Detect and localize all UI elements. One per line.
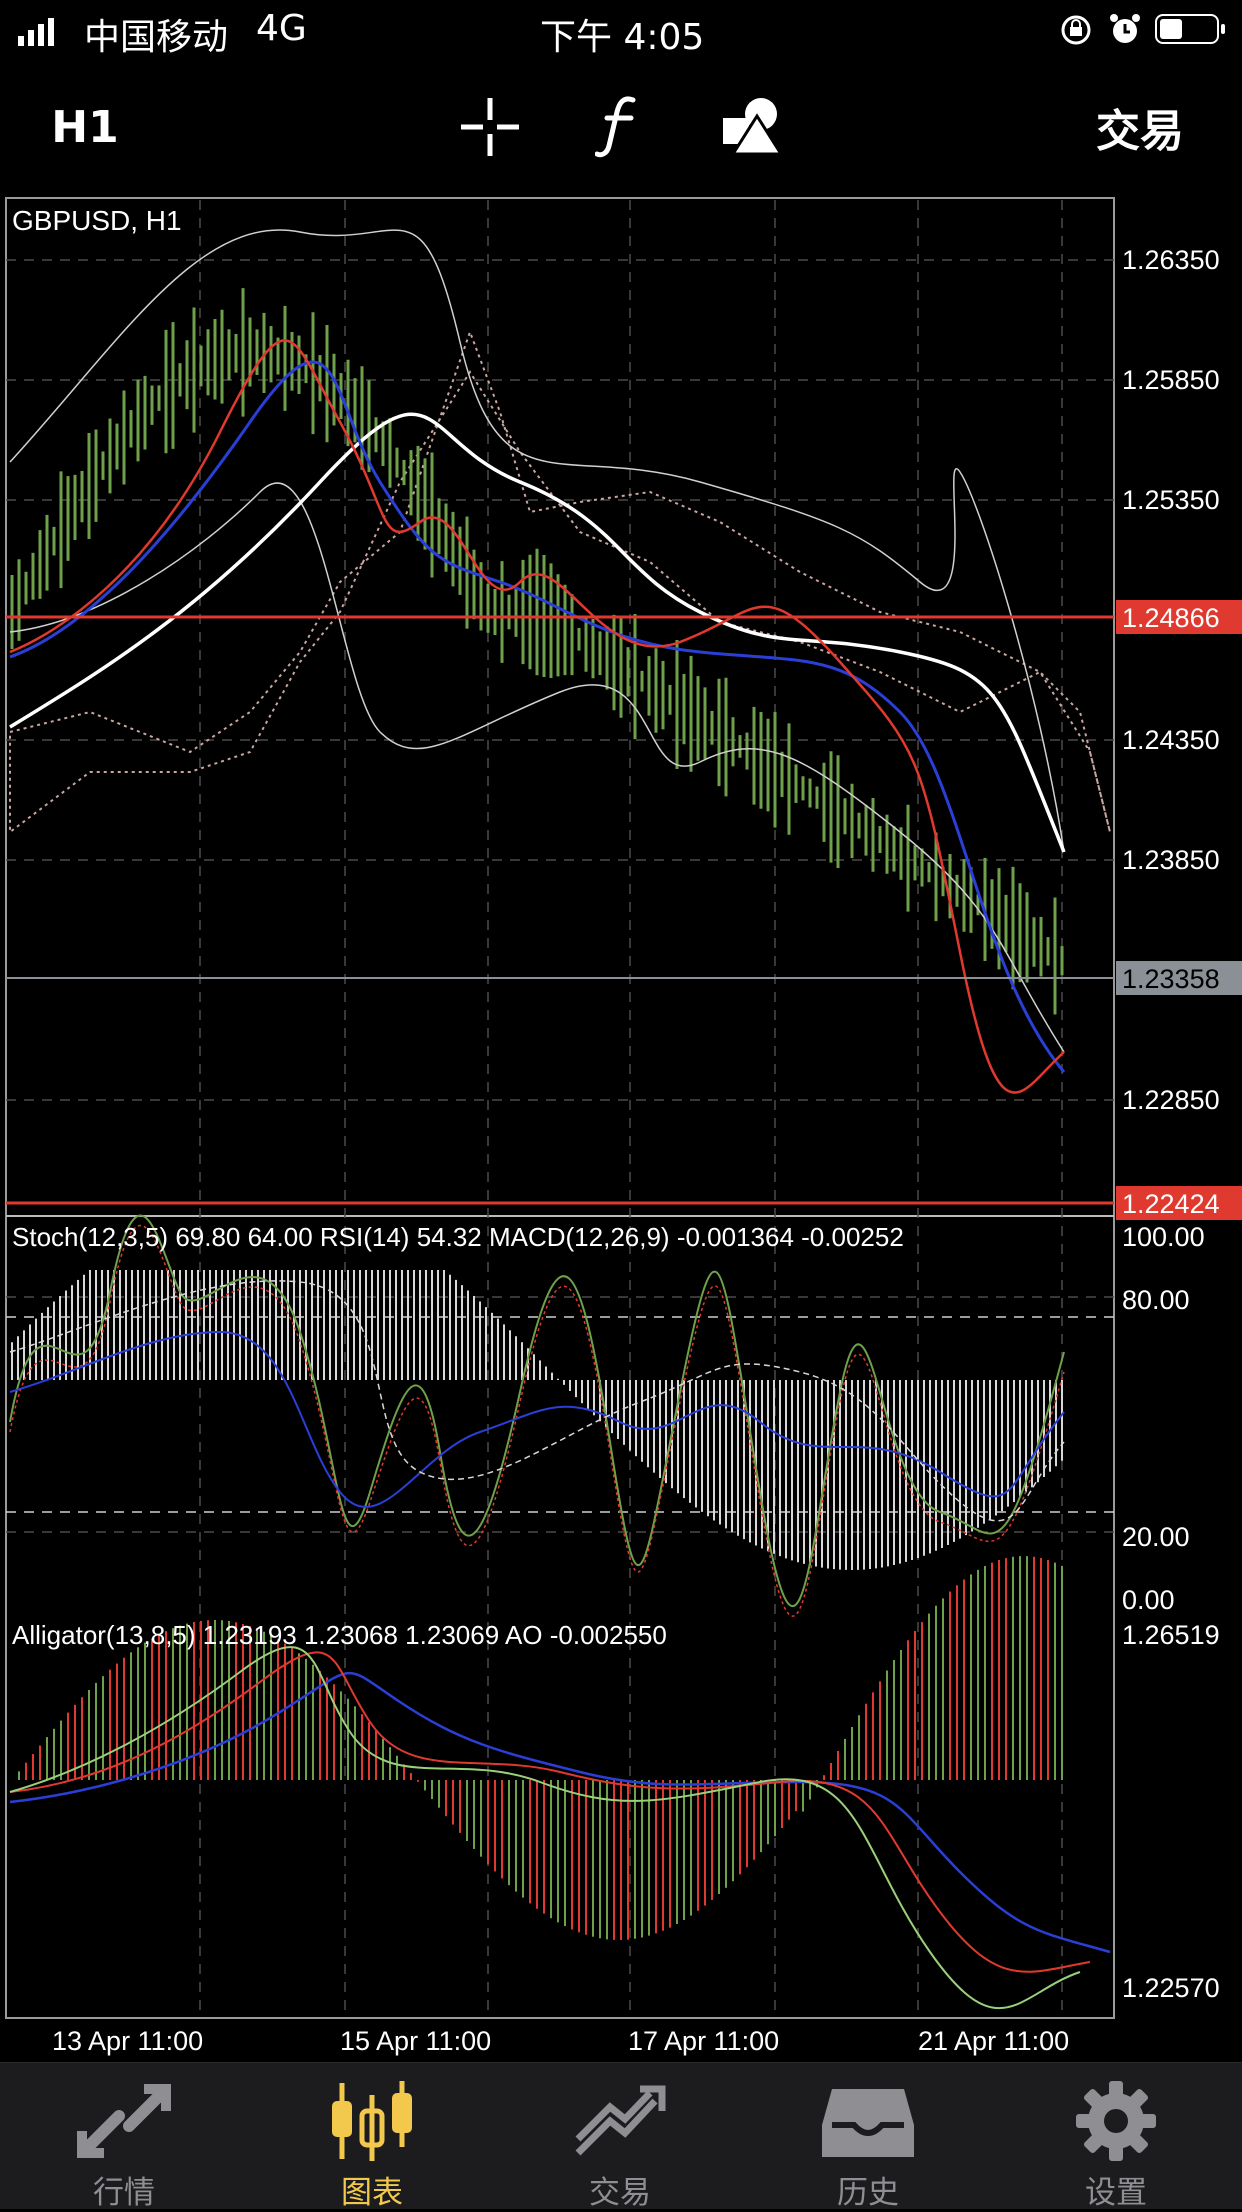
battery-icon <box>1155 14 1225 44</box>
tab-label: 设置 <box>1085 2175 1147 2211</box>
trade-button[interactable]: 交易 <box>1070 62 1210 192</box>
alligator-level-label: 1.26519 <box>1122 1620 1220 1650</box>
price-level-label: 1.23850 <box>1122 845 1220 875</box>
history-icon <box>822 2089 914 2157</box>
oscillator-header: Stoch(12,3,5) 69.80 64.00 RSI(14) 54.32 … <box>12 1222 904 1252</box>
price-level-label: 1.25850 <box>1122 365 1220 395</box>
crosshair-icon[interactable] <box>455 62 525 192</box>
oscillator-level-label: 100.00 <box>1122 1222 1205 1252</box>
carrier-label: 中国移动 <box>84 17 229 58</box>
price-level-label: 1.25350 <box>1122 485 1220 515</box>
time-label: 17 Apr 11:00 <box>628 2026 779 2056</box>
price-level-label: 1.26350 <box>1122 245 1220 275</box>
tab-trade[interactable]: 交易 <box>496 2063 744 2211</box>
price-level-label: 1.24350 <box>1122 725 1220 755</box>
tab-label: 交易 <box>589 2175 651 2211</box>
oscillator-level-label: 80.00 <box>1122 1285 1190 1315</box>
chart-icon <box>332 2081 412 2161</box>
function-icon[interactable] <box>585 62 655 192</box>
alarm-icon <box>1110 14 1140 43</box>
tab-label: 行情 <box>93 2175 155 2211</box>
time-label: 21 Apr 11:00 <box>918 2026 1069 2056</box>
clock: 下午 4:05 <box>540 17 705 58</box>
alligator-level-label: 1.22570 <box>1122 1973 1220 2003</box>
tab-quotes[interactable]: 行情 <box>0 2063 248 2211</box>
symbol-label: GBPUSD, H1 <box>12 205 182 236</box>
settings-icon <box>1076 2081 1156 2161</box>
chart-toolbar: H1 交易 <box>0 62 1242 192</box>
timeframe-button[interactable]: H1 <box>40 62 130 192</box>
bid-tag-label: 1.23358 <box>1122 964 1220 994</box>
price-level-label: 1.22850 <box>1122 1085 1220 1115</box>
level-tag-lower-label: 1.22424 <box>1122 1189 1220 1219</box>
tab-bar: 行情 图表 交易 历史 设置 <box>0 2062 1242 2211</box>
oscillator-level-label: 20.00 <box>1122 1522 1190 1552</box>
tab-chart[interactable]: 图表 <box>248 2063 496 2211</box>
signal-icon <box>18 18 54 46</box>
network-label: 4G <box>256 8 307 49</box>
tab-history[interactable]: 历史 <box>744 2063 992 2211</box>
quotes-icon <box>77 2084 171 2158</box>
tab-settings[interactable]: 设置 <box>992 2063 1240 2211</box>
alligator-header: Alligator(13,8,5) 1.23193 1.23068 1.2306… <box>12 1620 667 1650</box>
oscillator-level-label: 0.00 <box>1122 1585 1175 1615</box>
price-chart[interactable]: GBPUSD, H1 Stoch(12,3,5) 69.80 64.00 RSI… <box>0 192 1242 2062</box>
orientation-lock-icon <box>1061 15 1091 45</box>
level-tag-upper-label: 1.24866 <box>1122 603 1220 633</box>
status-bar: 中国移动 4G 下午 4:05 <box>0 0 1242 62</box>
time-label: 15 Apr 11:00 <box>340 2026 491 2056</box>
time-label: 13 Apr 11:00 <box>52 2026 203 2056</box>
tab-label: 历史 <box>837 2175 899 2211</box>
objects-icon[interactable] <box>712 62 792 192</box>
trade-icon <box>575 2085 666 2156</box>
tab-label: 图表 <box>341 2175 403 2211</box>
